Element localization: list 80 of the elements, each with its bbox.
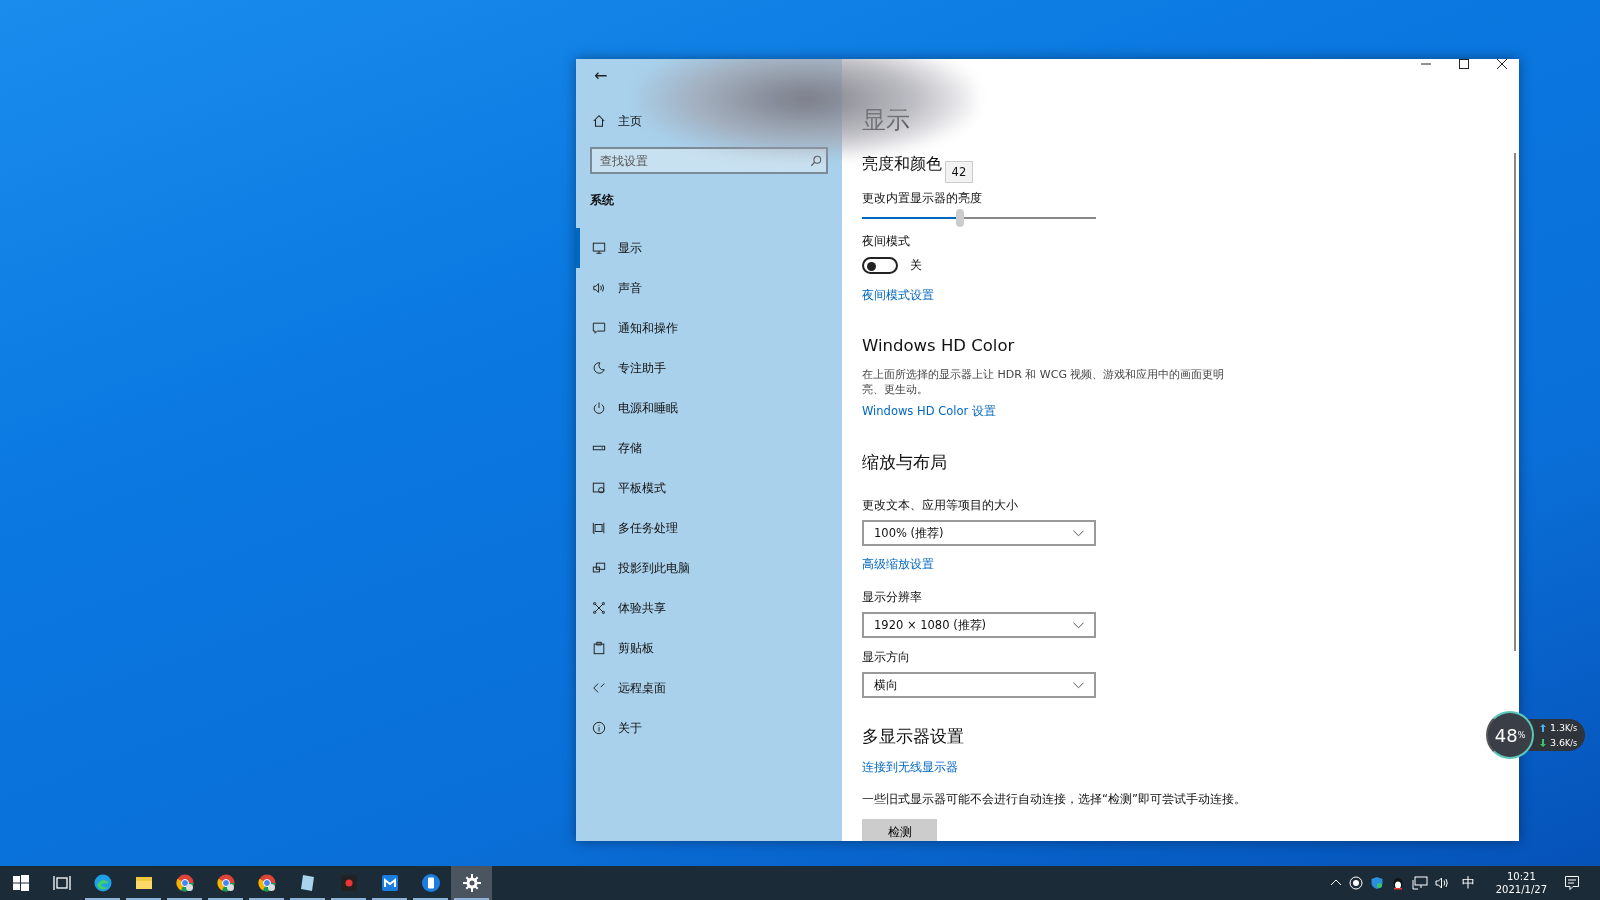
multitask-icon xyxy=(592,521,606,535)
scrollbar[interactable] xyxy=(1514,153,1516,651)
nav-item[interactable]: 专注助手 xyxy=(576,348,828,388)
project-icon xyxy=(592,561,606,575)
night-light-settings-link[interactable]: 夜间模式设置 xyxy=(862,288,934,303)
brightness-slider[interactable] xyxy=(862,209,1096,227)
power-icon xyxy=(592,401,606,415)
nav-item[interactable]: 关于 xyxy=(576,708,828,748)
back-button[interactable]: ← xyxy=(590,65,612,85)
shield-icon[interactable] xyxy=(1369,876,1384,890)
hd-color-settings-link[interactable]: Windows HD Color 设置 xyxy=(862,404,996,419)
night-light-label: 夜间模式 xyxy=(862,234,910,249)
section-heading: 缩放与布局 xyxy=(862,452,947,474)
night-light-toggle[interactable] xyxy=(862,257,898,274)
close-icon[interactable] xyxy=(1497,59,1507,69)
field-label: 显示分辨率 xyxy=(862,590,922,605)
upload-arrow-icon xyxy=(1540,723,1546,732)
share-icon xyxy=(592,601,606,615)
clipboard-icon xyxy=(592,641,606,655)
toggle-state: 关 xyxy=(910,258,922,273)
nav-item[interactable]: 电源和睡眠 xyxy=(576,388,828,428)
slider-thumb[interactable] xyxy=(956,209,965,227)
moon-icon xyxy=(592,361,606,375)
speaker-icon xyxy=(592,281,606,295)
monitor-icon xyxy=(592,241,606,255)
record-icon[interactable] xyxy=(1348,876,1363,890)
dropdown[interactable]: 1920 × 1080 (推荐) xyxy=(862,612,1096,638)
tiles-icon xyxy=(10,873,31,893)
search-icon xyxy=(810,155,822,167)
upload-speed: 1.3K/s xyxy=(1550,722,1578,733)
section-heading: Windows HD Color xyxy=(862,336,1015,355)
remote-icon xyxy=(592,681,606,695)
taskbar-app-icon[interactable] xyxy=(451,866,492,900)
nav-item[interactable]: 声音 xyxy=(576,268,828,308)
search-field[interactable]: 查找设置 xyxy=(590,147,828,174)
section-heading: 系统 xyxy=(590,192,615,209)
detect-note: 一些旧式显示器可能不会进行自动连接，选择“检测”即可尝试手动连接。 xyxy=(862,792,1246,807)
message-icon xyxy=(592,321,606,335)
section-heading: 多显示器设置 xyxy=(862,726,964,748)
volume-icon[interactable] xyxy=(1434,876,1451,890)
home-icon xyxy=(592,114,606,128)
nav-item[interactable]: 剪贴板 xyxy=(576,628,828,668)
home-item[interactable]: 主页 xyxy=(590,103,828,139)
field-label: 显示方向 xyxy=(862,650,910,665)
input-method-indicator[interactable]: 中 xyxy=(1461,874,1475,892)
page-title: 显示 xyxy=(862,105,910,136)
nav-item[interactable]: 通知和操作 xyxy=(576,308,828,348)
notification-icon[interactable] xyxy=(1564,875,1580,891)
download-arrow-icon xyxy=(1540,738,1546,747)
nav-item[interactable]: 多任务处理 xyxy=(576,508,828,548)
section-heading: 亮度和颜色 xyxy=(862,154,942,175)
dropdown[interactable]: 100% (推荐) xyxy=(862,520,1096,546)
detect-button[interactable]: 检测 xyxy=(862,819,937,841)
phone-icon xyxy=(420,873,441,893)
brightness-label: 更改内置显示器的亮度 xyxy=(862,191,982,205)
dropdown[interactable]: 横向 xyxy=(862,672,1096,698)
chevron-down-icon xyxy=(1073,681,1084,689)
chevron-down-icon xyxy=(1073,621,1084,629)
nav-item[interactable]: 存储 xyxy=(576,428,828,468)
hdr-description: 在上面所选择的显示器上让 HDR 和 WCG 视频、游戏和应用中的画面更明亮、更生动。 xyxy=(862,367,1226,397)
nav-item[interactable]: 远程桌面 xyxy=(576,668,828,708)
chevron-down-icon xyxy=(1073,529,1084,537)
tablet-icon xyxy=(592,481,606,495)
settings-icon xyxy=(461,873,482,893)
field-label: 更改文本、应用等项目的大小 xyxy=(862,498,1018,513)
download-speed: 3.6K/s xyxy=(1550,737,1578,748)
slider-tooltip: 42 xyxy=(944,161,974,183)
penguin-icon[interactable] xyxy=(1390,876,1405,890)
advanced-scaling-link[interactable]: 高级缩放设置 xyxy=(862,557,934,572)
clock[interactable]: 10:21 2021/1/27 xyxy=(1495,870,1547,896)
recorder-icon xyxy=(338,873,359,893)
info-icon xyxy=(592,721,606,735)
nav-item[interactable]: 投影到此电脑 xyxy=(576,548,828,588)
maximize-icon[interactable] xyxy=(1459,59,1469,69)
taskview-icon xyxy=(51,873,72,893)
nav-item[interactable]: 体验共享 xyxy=(576,588,828,628)
nav-item[interactable]: 平板模式 xyxy=(576,468,828,508)
wireless-display-link[interactable]: 连接到无线显示器 xyxy=(862,760,958,775)
nav-item[interactable]: 显示 xyxy=(576,228,828,268)
network-icon[interactable] xyxy=(1411,876,1428,890)
